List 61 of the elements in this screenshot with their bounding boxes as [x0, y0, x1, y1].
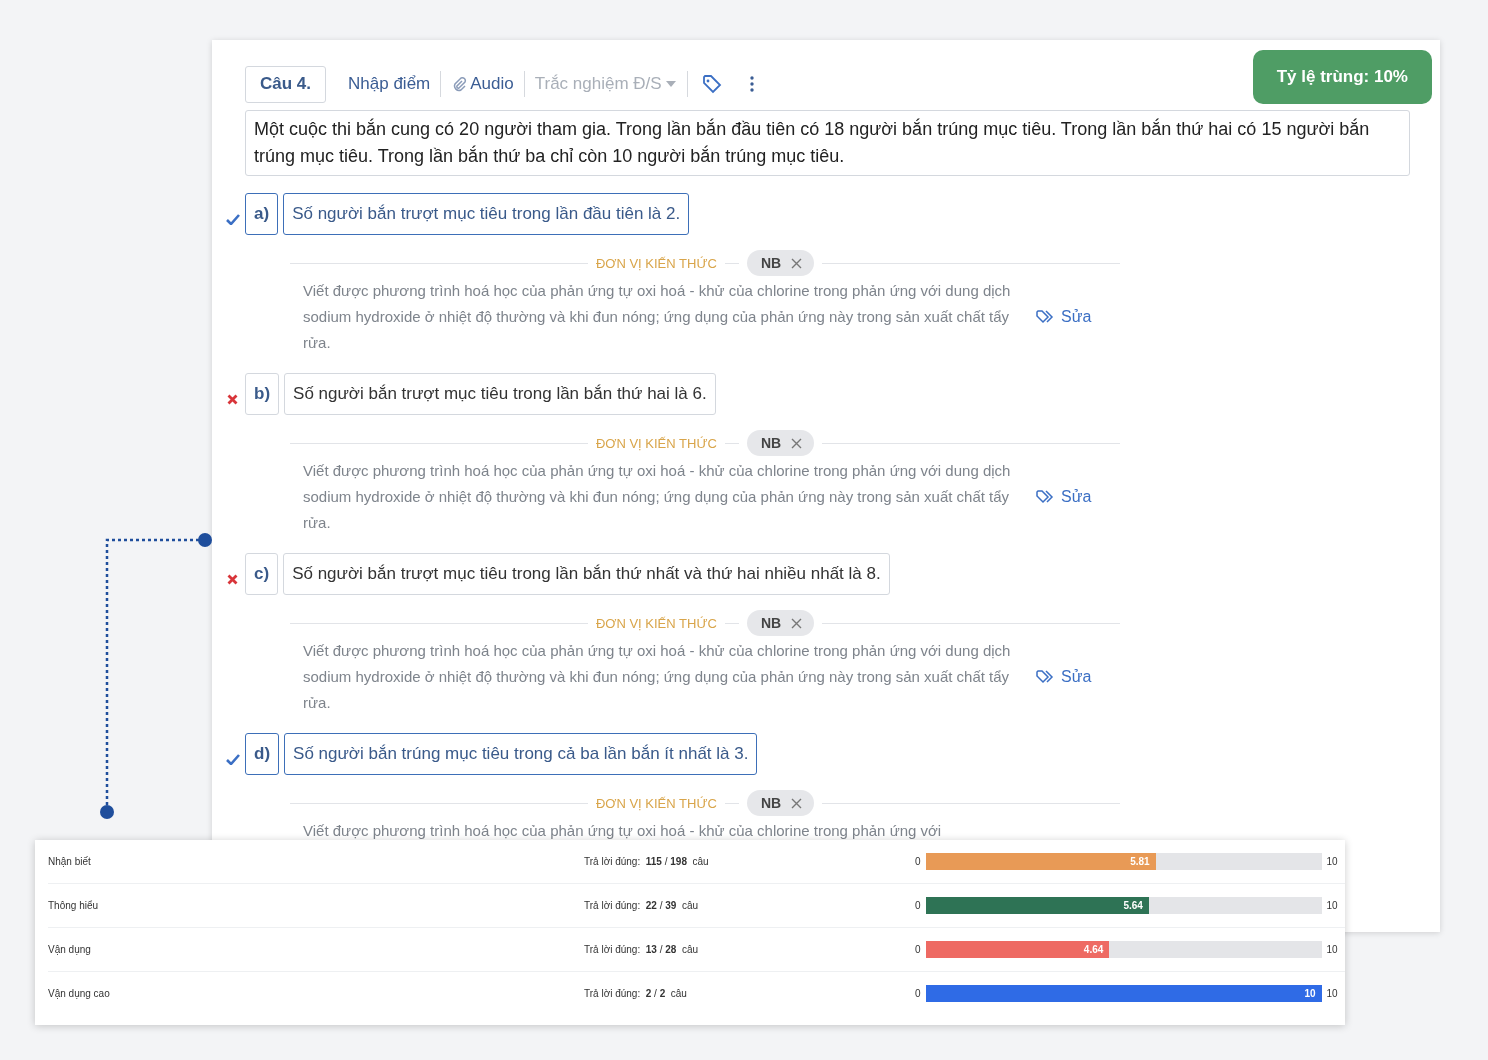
close-icon[interactable]: [791, 617, 803, 629]
question-text: Một cuộc thi bắn cung có 20 người tham gia. Trong lần bắn đầu tiên có 18 người bắn trúng mục tiêu. Trong lần bắn thứ hai có 15 người bắn trúng mục tiêu. Trong lần bắn thứ ba chỉ còn 10 người bắn trúng mục tiêu.: [245, 110, 1410, 176]
match-rate-badge: Tỷ lệ trùng: 10%: [1252, 50, 1432, 104]
correct-count: Trả lời đúng: 13 / 28 câu: [584, 944, 700, 955]
check-icon: [225, 213, 240, 225]
knowledge-description: Viết được phương trình hoá học của phản ứng tự oxi hoá - khử của chlorine trong phản ứng với: [303, 821, 943, 841]
edit-link[interactable]: Sửa: [1028, 668, 1092, 686]
statement-label: c): [245, 553, 279, 595]
knowledge-description: Viết được phương trình hoá học của phản ứng tự oxi hoá - khử của chlorine trong phản ứng với dung dịch sodium hydroxide ở nhiệt độ thường và khi đun nóng; ứng dụng của phản ứng này trong sản xuất chất tẩy rửa.: [303, 461, 1012, 533]
max-value: 10: [1326, 988, 1338, 999]
statement-field[interactable]: Số người bắn trượt mục tiêu trong lần bắn thứ hai là 6.: [284, 373, 716, 415]
level-name: Thông hiểu: [48, 900, 100, 911]
section-title: ĐƠN VỊ KIẾN THỨC: [595, 255, 717, 271]
section-title: ĐƠN VỊ KIẾN THỨC: [595, 435, 717, 451]
edit-link[interactable]: Sửa: [1028, 488, 1092, 506]
level-name: Vận dụng: [48, 944, 92, 955]
tags-icon: [1036, 490, 1056, 504]
statement-field[interactable]: Số người bắn trúng mục tiêu trong cả ba lần bắn ít nhất là 3.: [284, 733, 758, 775]
tags-icon: [1036, 310, 1056, 324]
close-icon[interactable]: [791, 437, 803, 449]
statement-field[interactable]: Số người bắn trượt mục tiêu trong lần đầu tiên là 2.: [283, 193, 690, 235]
knowledge-description: Viết được phương trình hoá học của phản ứng tự oxi hoá - khử của chlorine trong phản ứng với dung dịch sodium hydroxide ở nhiệt độ thường và khi đun nóng; ứng dụng của phản ứng này trong sản xuất chất tẩy rửa.: [303, 641, 1012, 713]
caret-icon: [664, 80, 677, 88]
max-value: 10: [1326, 944, 1338, 955]
audio-link[interactable]: Audio: [441, 74, 524, 94]
correct-count: Trả lời đúng: 115 / 198 câu: [584, 856, 710, 867]
level-chip: NB: [746, 430, 815, 456]
statement-label: b): [245, 373, 280, 415]
cross-icon: [227, 393, 238, 405]
question-number-tab[interactable]: Câu 4.: [245, 65, 327, 103]
score-fill: 5.81: [925, 853, 1156, 870]
statement-label: d): [245, 733, 280, 775]
max-value: 10: [1326, 900, 1338, 911]
level-name: Vận dụng cao: [48, 988, 111, 999]
level-name: Nhận biết: [48, 856, 92, 867]
score-fill: 10: [925, 985, 1322, 1002]
min-value: 0: [915, 856, 921, 867]
tags-icon: [1036, 670, 1056, 684]
check-icon: [225, 753, 240, 765]
score-fill: 5.64: [925, 897, 1149, 914]
paperclip-icon: [451, 76, 468, 92]
max-value: 10: [1326, 856, 1338, 867]
section-title: ĐƠN VỊ KIẾN THỨC: [595, 615, 717, 631]
section-title: ĐƠN VỊ KIẾN THỨC: [595, 795, 717, 811]
close-icon[interactable]: [791, 257, 803, 269]
min-value: 0: [915, 988, 921, 999]
enter-score-link[interactable]: Nhập điểm: [338, 74, 441, 94]
edit-link[interactable]: Sửa: [1028, 308, 1092, 326]
level-chip: NB: [746, 610, 815, 636]
cross-icon: [227, 573, 238, 585]
statement-label: a): [245, 193, 279, 235]
min-value: 0: [915, 944, 921, 955]
statement-field[interactable]: Số người bắn trượt mục tiêu trong lần bắn thứ nhất và thứ hai nhiều nhất là 8.: [283, 553, 890, 595]
knowledge-description: Viết được phương trình hoá học của phản ứng tự oxi hoá - khử của chlorine trong phản ứng với dung dịch sodium hydroxide ở nhiệt độ thường và khi đun nóng; ứng dụng của phản ứng này trong sản xuất chất tẩy rửa.: [303, 281, 1012, 353]
level-chip: NB: [746, 790, 815, 816]
score-fill: 4.64: [925, 941, 1110, 958]
correct-count: Trả lời đúng: 2 / 2 câu: [584, 988, 688, 999]
close-icon[interactable]: [791, 797, 803, 809]
min-value: 0: [915, 900, 921, 911]
level-chip: NB: [746, 250, 815, 276]
correct-count: Trả lời đúng: 22 / 39 câu: [584, 900, 700, 911]
